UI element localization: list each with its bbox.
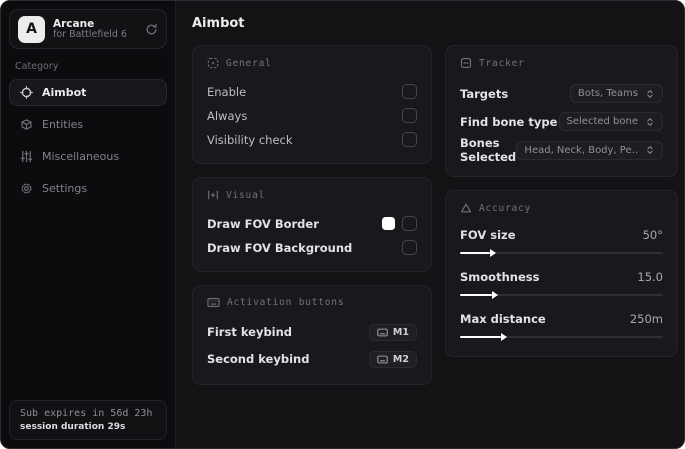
slider-thumb[interactable] (500, 332, 507, 341)
accuracy-card: Accuracy FOV size 50° Smoothness 15.0 Ma… (445, 190, 678, 357)
setting-label: Max distance (460, 311, 546, 326)
square-minus-icon (460, 57, 472, 69)
category-nav: Aimbot Entities Miscellaneous Settings (9, 79, 167, 202)
setting-row: Smoothness 15.0 (460, 267, 663, 300)
profile-card: A Arcane for Battlefield 6 (9, 9, 167, 49)
avatar-letter: A (26, 21, 37, 37)
always-checkbox[interactable] (402, 108, 417, 123)
sidebar-item-label: Miscellaneous (42, 150, 120, 163)
tracker-card: Tracker Targets Bots, Teams Find bone ty… (445, 45, 678, 177)
keyboard-icon (207, 297, 220, 308)
keybind-value: M1 (392, 326, 409, 338)
frame-icon (207, 189, 219, 201)
max-distance-slider[interactable] (460, 332, 663, 342)
smoothness-slider[interactable] (460, 290, 663, 300)
sidebar-item-settings[interactable]: Settings (9, 175, 167, 202)
setting-row: Always (207, 104, 417, 127)
refresh-icon[interactable] (145, 23, 158, 36)
sliders-icon (20, 150, 33, 163)
setting-label: Draw FOV Border (207, 216, 319, 231)
chevrons-up-down-icon (645, 89, 655, 99)
session-duration-text: session duration 29s (20, 422, 126, 432)
setting-row: Targets Bots, Teams (460, 80, 663, 107)
setting-label: Smoothness (460, 269, 540, 284)
dropdown-value: Selected bone (566, 116, 638, 127)
sidebar-item-label: Entities (42, 118, 84, 131)
setting-label: Always (207, 108, 248, 123)
card-title: General (226, 57, 272, 69)
keybind-value: M2 (392, 353, 409, 365)
setting-label: Targets (460, 86, 509, 101)
sidebar: A Arcane for Battlefield 6 Category Aimb… (1, 1, 176, 448)
card-title: Activation buttons (227, 297, 345, 308)
second-keybind-button[interactable]: M2 (368, 350, 417, 368)
crosshair-icon (20, 86, 33, 99)
draw-fov-border-checkbox[interactable] (402, 216, 417, 231)
keyboard-icon (377, 328, 388, 337)
smoothness-value: 15.0 (637, 269, 663, 284)
setting-label: Draw FOV Background (207, 240, 353, 255)
dropdown-value: Head, Neck, Body, Pe.. (524, 144, 638, 156)
setting-row: Enable (207, 80, 417, 103)
visual-card: Visual Draw FOV Border Draw FOV Backgrou… (192, 177, 432, 272)
activation-buttons-card: Activation buttons First keybind M1 Seco… (192, 285, 432, 385)
page-title: Aimbot (192, 16, 245, 31)
setting-label: Enable (207, 84, 247, 99)
setting-row: First keybind M1 (207, 319, 417, 345)
fov-size-value: 50° (642, 227, 663, 242)
setting-row: Draw FOV Background (207, 236, 417, 259)
chevrons-up-down-icon (645, 117, 655, 127)
bones-selected-dropdown[interactable]: Head, Neck, Body, Pe.. (516, 140, 663, 160)
fov-border-color-swatch[interactable] (382, 217, 395, 230)
first-keybind-button[interactable]: M1 (368, 323, 417, 341)
setting-label: Find bone type (460, 114, 558, 129)
avatar: A (18, 15, 45, 43)
cube-icon (20, 118, 33, 131)
gear-icon (20, 182, 33, 195)
fov-size-slider[interactable] (460, 248, 663, 258)
triangle-icon (460, 202, 472, 214)
setting-label: First keybind (207, 325, 293, 339)
sidebar-item-miscellaneous[interactable]: Miscellaneous (9, 143, 167, 170)
sidebar-item-entities[interactable]: Entities (9, 111, 167, 138)
setting-row: Draw FOV Border (207, 212, 417, 235)
setting-row: Bones Selected Head, Neck, Body, Pe.. (460, 136, 663, 164)
setting-label: Bones Selected (460, 136, 517, 164)
card-title: Visual (226, 189, 266, 201)
chevrons-up-down-icon (645, 145, 655, 155)
sidebar-item-aimbot[interactable]: Aimbot (9, 79, 167, 106)
app-subtitle: for Battlefield 6 (53, 28, 127, 40)
setting-row: Second keybind M2 (207, 346, 417, 372)
setting-label: Visibility check (207, 132, 293, 147)
setting-row: Max distance 250m (460, 309, 663, 342)
subscription-info: Sub expires in 56d 23h session duration … (9, 400, 167, 440)
app-name: Arcane (53, 17, 95, 30)
setting-row: FOV size 50° (460, 225, 663, 258)
setting-row: Find bone type Selected bone (460, 108, 663, 135)
card-title: Tracker (479, 57, 525, 69)
card-title: Accuracy (479, 202, 532, 214)
app-window: A Arcane for Battlefield 6 Category Aimb… (0, 0, 685, 449)
sidebar-item-label: Aimbot (42, 86, 87, 99)
general-card: General Enable Always Visibility check (192, 45, 432, 164)
setting-label: FOV size (460, 227, 516, 242)
keyboard-icon (377, 355, 388, 364)
enable-checkbox[interactable] (402, 84, 417, 99)
setting-label: Second keybind (207, 352, 310, 366)
sidebar-item-label: Settings (42, 182, 88, 195)
draw-fov-background-checkbox[interactable] (402, 240, 417, 255)
scan-icon (207, 57, 219, 69)
dropdown-value: Bots, Teams (577, 88, 638, 99)
sub-expiry-text: Sub expires in 56d 23h (20, 408, 153, 419)
max-distance-value: 250m (629, 311, 663, 326)
main-content: Aimbot General Enable Always Visibility … (176, 1, 684, 448)
category-label: Category (15, 61, 59, 72)
slider-thumb[interactable] (490, 248, 497, 257)
find-bone-type-dropdown[interactable]: Selected bone (558, 112, 663, 131)
slider-thumb[interactable] (492, 290, 499, 299)
setting-row: Visibility check (207, 128, 417, 151)
visibility-check-checkbox[interactable] (402, 132, 417, 147)
targets-dropdown[interactable]: Bots, Teams (569, 84, 663, 103)
